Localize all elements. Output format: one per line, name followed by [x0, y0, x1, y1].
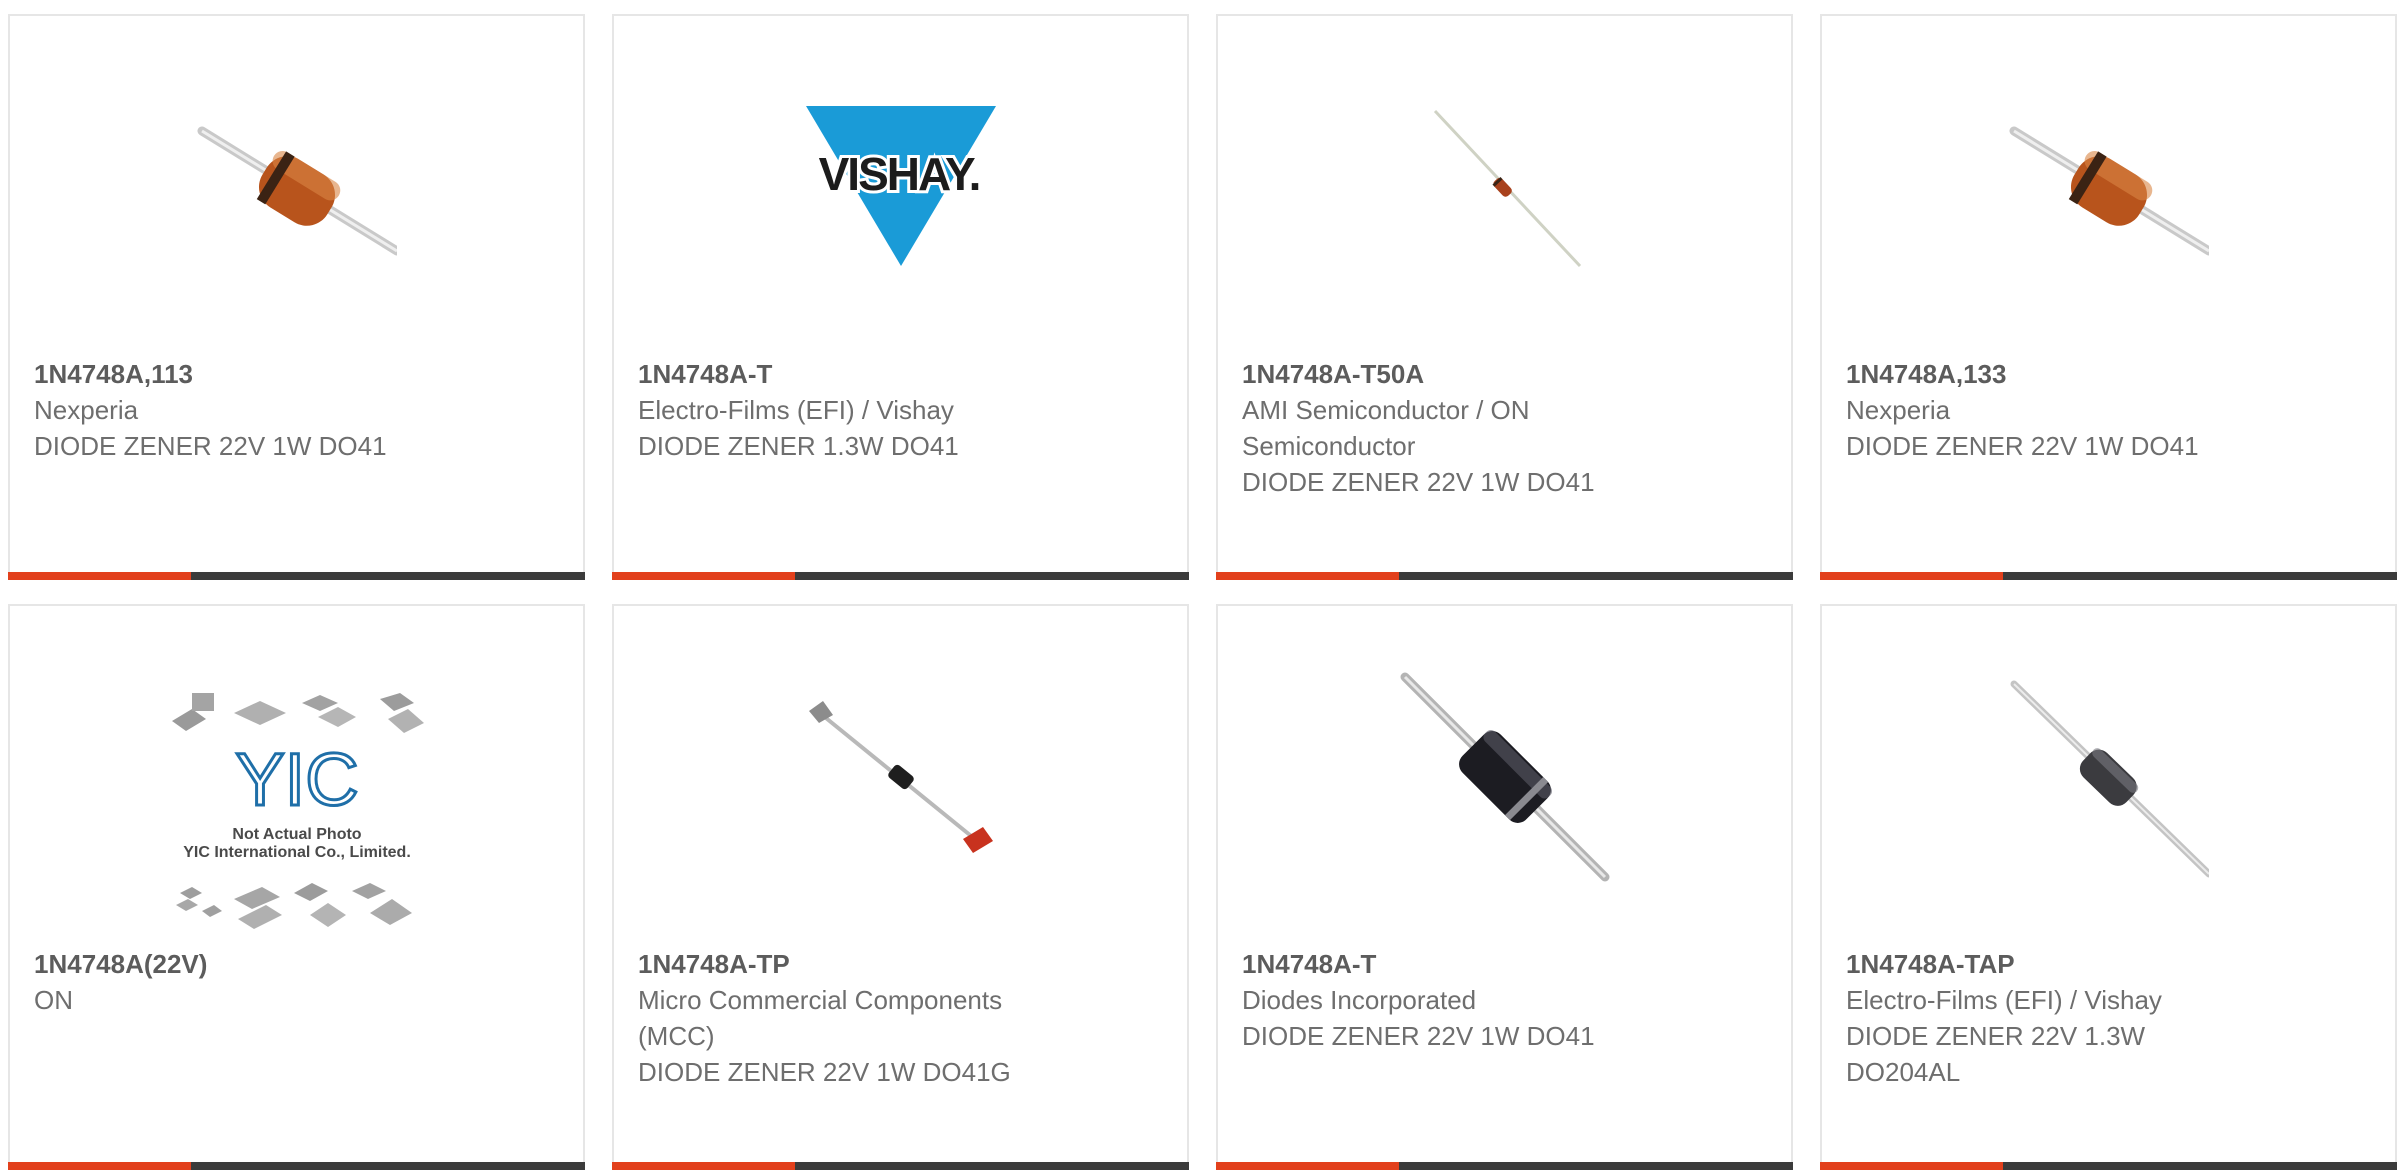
- part-number[interactable]: 1N4748A-TAP: [1846, 946, 2371, 982]
- card-bar: [1820, 1162, 2397, 1170]
- card-bar: [612, 572, 1189, 580]
- manufacturer: Electro-Films (EFI) / Vishay: [638, 395, 954, 425]
- part-number[interactable]: 1N4748A-T: [1242, 946, 1767, 982]
- product-grid: 1N4748A,113 Nexperia DIODE ZENER 22V 1W …: [0, 0, 2400, 1170]
- gray-axial-diode-icon: [2010, 680, 2209, 878]
- orange-axial-diode-icon: [197, 126, 397, 256]
- product-image: [1218, 662, 1791, 892]
- description: DIODE ZENER 22V 1W DO41: [1846, 431, 2199, 461]
- product-image: [10, 76, 583, 306]
- manufacturer: Electro-Films (EFI) / Vishay: [1846, 985, 2162, 1015]
- manufacturer: AMI Semiconductor / ON Semiconductor: [1242, 395, 1530, 461]
- not-actual-photo-label: Not Actual Photo: [232, 826, 361, 843]
- part-number[interactable]: 1N4748A-TP: [638, 946, 1163, 982]
- part-number[interactable]: 1N4748A-T: [638, 356, 1163, 392]
- manufacturer: Micro Commercial Components (MCC): [638, 985, 1003, 1051]
- description: DIODE ZENER 22V 1W DO41: [1242, 467, 1595, 497]
- orange-axial-diode-icon: [2009, 126, 2209, 256]
- manufacturer: Nexperia: [1846, 395, 1951, 425]
- card-bar: [1820, 572, 2397, 580]
- product-card[interactable]: VISHAY. 1N4748A-T Electro-Films (EFI) / …: [612, 14, 1189, 580]
- description: DIODE ZENER 22V 1W DO41G: [638, 1057, 1011, 1087]
- yic-placeholder: YIC Not Actual Photo YIC International C…: [171, 693, 424, 929]
- part-number[interactable]: 1N4748A-T50A: [1242, 356, 1767, 392]
- description: DIODE ZENER 1.3W DO41: [638, 431, 959, 461]
- manufacturer: Diodes Incorporated: [1242, 985, 1477, 1015]
- product-image: [1218, 76, 1791, 306]
- product-card[interactable]: 1N4748A-T50A AMI Semiconductor / ON Semi…: [1216, 14, 1793, 580]
- part-number[interactable]: 1N4748A,133: [1846, 356, 2371, 392]
- description: DIODE ZENER 22V 1.3W DO204AL: [1846, 1021, 2146, 1087]
- product-card[interactable]: 1N4748A,133 Nexperia DIODE ZENER 22V 1W …: [1820, 14, 2397, 580]
- product-image: [1822, 664, 2395, 894]
- manufacturer: ON: [34, 985, 73, 1015]
- card-bar: [612, 1162, 1189, 1170]
- product-card[interactable]: 1N4748A,113 Nexperia DIODE ZENER 22V 1W …: [8, 14, 585, 580]
- black-axial-diode-icon: [1400, 672, 1609, 882]
- vishay-logo: VISHAY.: [805, 106, 996, 266]
- card-bar: [8, 572, 585, 580]
- product-card[interactable]: YIC Not Actual Photo YIC International C…: [8, 604, 585, 1170]
- product-image: [1822, 76, 2395, 306]
- part-number[interactable]: 1N4748A,113: [34, 356, 559, 392]
- yic-company-label: YIC International Co., Limited.: [183, 844, 411, 861]
- card-bar: [1216, 1162, 1793, 1170]
- product-image: [614, 664, 1187, 894]
- thin-lead-diode-icon: [1433, 109, 1581, 268]
- description: DIODE ZENER 22V 1W DO41: [34, 431, 387, 461]
- card-bar: [8, 1162, 585, 1170]
- part-number[interactable]: 1N4748A(22V): [34, 946, 559, 982]
- product-card[interactable]: 1N4748A-T Diodes Incorporated DIODE ZENE…: [1216, 604, 1793, 1170]
- description: DIODE ZENER 22V 1W DO41: [1242, 1021, 1595, 1051]
- product-card[interactable]: 1N4748A-TAP Electro-Films (EFI) / Vishay…: [1820, 604, 2397, 1170]
- taped-diode-icon: [808, 701, 993, 853]
- manufacturer: Nexperia: [34, 395, 139, 425]
- product-image: VISHAY.: [614, 76, 1187, 306]
- product-card[interactable]: 1N4748A-TP Micro Commercial Components (…: [612, 604, 1189, 1170]
- product-image: YIC Not Actual Photo YIC International C…: [10, 688, 583, 938]
- yic-logo: YIC: [235, 738, 358, 821]
- vishay-logo-text: VISHAY.: [818, 148, 979, 200]
- card-bar: [1216, 572, 1793, 580]
